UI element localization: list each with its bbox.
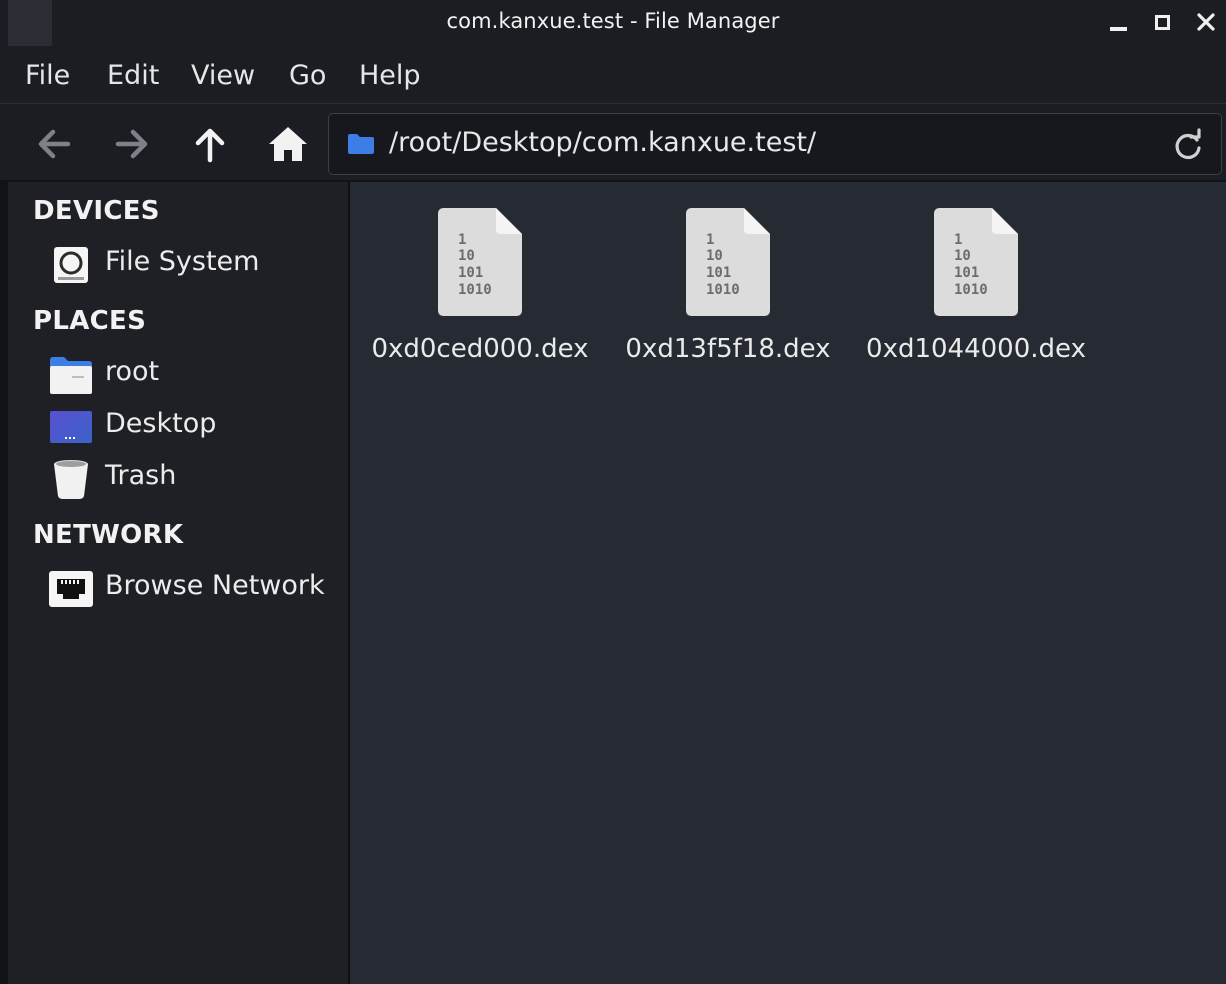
sidebar-item-file-system[interactable]: File System xyxy=(48,242,348,288)
binary-file-icon: 1 10 101 1010 xyxy=(438,208,522,316)
svg-text:10: 10 xyxy=(706,248,723,264)
sidebar: DEVICES File System PLACES root Desktop … xyxy=(0,182,348,984)
maximize-icon xyxy=(1154,14,1170,30)
sidebar-item-label: Desktop xyxy=(105,408,217,439)
arrow-up-icon xyxy=(195,128,225,163)
close-icon xyxy=(1197,13,1215,31)
places-heading: PLACES xyxy=(33,306,147,336)
menu-view[interactable]: View xyxy=(191,60,255,91)
binary-file-icon: 1 10 101 1010 xyxy=(934,208,1018,316)
sidebar-item-root[interactable]: root xyxy=(48,352,348,398)
folder-icon xyxy=(348,134,374,154)
sidebar-item-desktop[interactable]: Desktop xyxy=(48,404,348,450)
trash-icon xyxy=(54,460,88,499)
menu-help[interactable]: Help xyxy=(359,60,421,91)
file-item[interactable]: 1 10 101 1010 0xd1044000.dex xyxy=(856,206,1096,376)
location-bar[interactable]: /root/Desktop/com.kanxue.test/ xyxy=(328,113,1222,175)
sidebar-item-label: Browse Network xyxy=(105,570,325,601)
svg-text:101: 101 xyxy=(954,265,979,281)
menu-bar: File Edit View Go Help xyxy=(0,46,1226,104)
sidebar-item-trash[interactable]: Trash xyxy=(48,456,348,502)
file-view[interactable]: 1 10 101 1010 0xd0ced000.dex 1 10 101 10… xyxy=(350,182,1226,984)
network-heading: NETWORK xyxy=(33,520,184,550)
network-icon xyxy=(49,571,93,607)
minimize-icon xyxy=(1109,27,1127,31)
back-button[interactable] xyxy=(28,118,80,170)
sidebar-item-label: root xyxy=(105,356,160,387)
menu-file[interactable]: File xyxy=(25,60,70,91)
title-bar: com.kanxue.test - File Manager xyxy=(0,0,1226,52)
forward-button[interactable] xyxy=(106,118,158,170)
file-name: 0xd13f5f18.dex xyxy=(625,334,831,364)
file-item[interactable]: 1 10 101 1010 0xd13f5f18.dex xyxy=(608,206,848,376)
file-name: 0xd1044000.dex xyxy=(866,334,1086,364)
sidebar-item-label: Trash xyxy=(105,460,177,491)
close-button[interactable] xyxy=(1194,10,1218,34)
window-title: com.kanxue.test - File Manager xyxy=(446,9,780,33)
toolbar: /root/Desktop/com.kanxue.test/ xyxy=(0,104,1226,182)
svg-text:10: 10 xyxy=(954,248,971,264)
sidebar-item-browse-network[interactable]: Browse Network xyxy=(48,566,348,612)
svg-text:1: 1 xyxy=(458,232,466,248)
svg-text:1: 1 xyxy=(954,232,962,248)
file-name: 0xd0ced000.dex xyxy=(371,334,589,364)
svg-text:1010: 1010 xyxy=(706,282,740,298)
reload-icon[interactable] xyxy=(1171,128,1205,162)
menu-go[interactable]: Go xyxy=(289,60,326,91)
maximize-button[interactable] xyxy=(1150,10,1174,34)
svg-text:1: 1 xyxy=(706,232,714,248)
svg-text:1010: 1010 xyxy=(954,282,988,298)
minimize-button[interactable] xyxy=(1106,10,1130,34)
svg-text:101: 101 xyxy=(458,265,483,281)
file-item[interactable]: 1 10 101 1010 0xd0ced000.dex xyxy=(360,206,600,376)
arrow-left-icon xyxy=(38,129,71,159)
svg-text:10: 10 xyxy=(458,248,475,264)
location-path[interactable]: /root/Desktop/com.kanxue.test/ xyxy=(389,127,816,158)
up-button[interactable] xyxy=(184,118,236,170)
svg-text:101: 101 xyxy=(706,265,731,281)
home-folder-icon xyxy=(50,357,92,394)
devices-heading: DEVICES xyxy=(33,196,160,226)
arrow-right-icon xyxy=(115,129,148,159)
home-icon xyxy=(269,127,307,161)
svg-text:1010: 1010 xyxy=(458,282,492,298)
binary-file-icon: 1 10 101 1010 xyxy=(686,208,770,316)
desktop-icon xyxy=(50,411,92,443)
menu-edit[interactable]: Edit xyxy=(107,60,159,91)
home-button[interactable] xyxy=(262,118,314,170)
sidebar-item-label: File System xyxy=(105,246,260,277)
drive-icon xyxy=(54,247,88,283)
